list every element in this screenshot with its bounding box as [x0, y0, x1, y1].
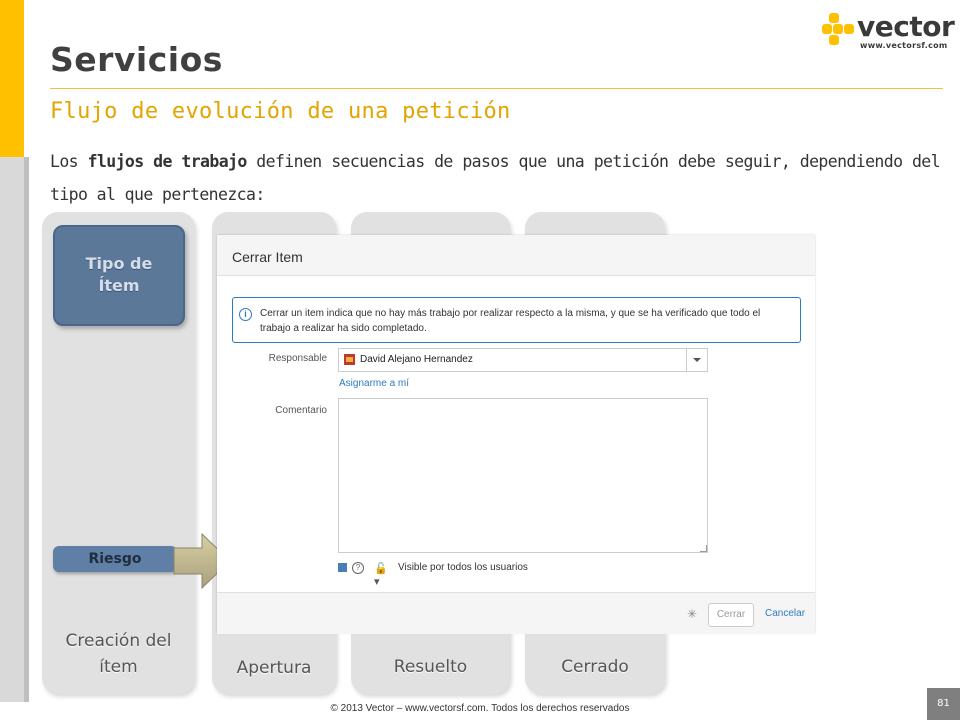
- comment-label: Comentario: [275, 405, 327, 416]
- column-label: Resuelto: [393, 657, 468, 677]
- dialog-footer: ✳ Cerrar Cancelar: [217, 592, 815, 634]
- dialog-title: Cerrar Item: [232, 249, 303, 265]
- side-grey-bar-shade: [24, 157, 29, 702]
- column-label: Apertura: [236, 658, 312, 678]
- close-item-dialog: Cerrar Item i Cerrar un item indica que …: [217, 235, 815, 634]
- logo-url: www.vectorsf.com: [860, 41, 948, 50]
- dropdown-button[interactable]: [686, 349, 707, 371]
- responsible-label: Responsable: [268, 353, 327, 364]
- item-type-box: Tipo de Ítem: [53, 225, 185, 326]
- column-label: Cerrado: [561, 657, 629, 677]
- side-grey-bar: [0, 157, 24, 702]
- title-divider: [50, 88, 943, 89]
- spinner-icon: ✳: [687, 607, 698, 621]
- responsible-value: David Alejano Hernandez: [360, 354, 473, 365]
- logo-wordmark: vector: [857, 10, 955, 43]
- cancel-link[interactable]: Cancelar: [765, 608, 805, 619]
- risk-pill: Riesgo: [53, 546, 177, 572]
- column-label: Creación del ítem: [65, 631, 172, 677]
- resize-handle[interactable]: [700, 545, 707, 552]
- close-button[interactable]: Cerrar: [708, 603, 754, 627]
- intro-paragraph: Los flujos de trabajo definen secuencias…: [50, 152, 941, 204]
- slide-subtitle: Flujo de evolución de una petición: [50, 99, 511, 124]
- info-icon: i: [239, 308, 252, 321]
- chevron-down-icon: [693, 358, 701, 362]
- page-number: 81: [927, 688, 960, 720]
- info-text: Cerrar un item indica que no hay más tra…: [260, 308, 761, 334]
- info-message: i Cerrar un item indica que no hay más t…: [232, 297, 801, 343]
- comment-textarea[interactable]: [338, 398, 708, 553]
- user-avatar-detail: [346, 357, 353, 362]
- assign-to-me-link[interactable]: Asignarme a mí: [339, 378, 409, 389]
- slide-title: Servicios: [50, 40, 223, 79]
- attachment-icon[interactable]: [338, 563, 347, 572]
- dialog-header: Cerrar Item: [217, 235, 815, 276]
- lock-icon[interactable]: 🔓▾: [374, 562, 388, 588]
- responsible-select[interactable]: David Alejano Hernandez: [338, 348, 708, 372]
- help-icon[interactable]: ?: [352, 562, 364, 574]
- side-accent-bar: [0, 0, 24, 157]
- visibility-text: Visible por todos los usuarios: [398, 562, 528, 573]
- copyright-text: © 2013 Vector – www.vectorsf.com. Todos …: [330, 703, 630, 714]
- bold-term: flujos de trabajo: [87, 152, 248, 171]
